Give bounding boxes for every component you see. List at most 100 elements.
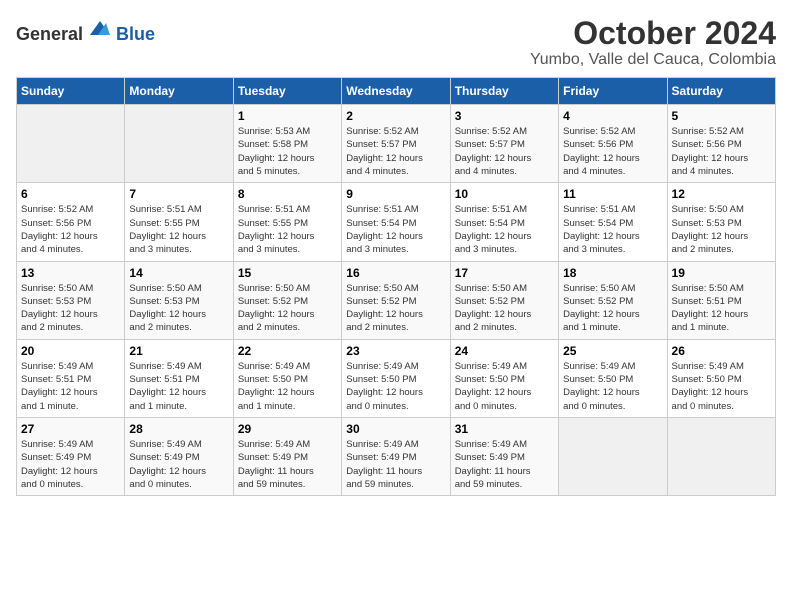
day-detail: Sunrise: 5:52 AM Sunset: 5:56 PM Dayligh… — [563, 125, 662, 178]
calendar-cell: 30Sunrise: 5:49 AM Sunset: 5:49 PM Dayli… — [342, 417, 450, 495]
day-detail: Sunrise: 5:49 AM Sunset: 5:50 PM Dayligh… — [672, 360, 771, 413]
day-detail: Sunrise: 5:51 AM Sunset: 5:54 PM Dayligh… — [455, 203, 554, 256]
day-number: 7 — [129, 187, 228, 201]
calendar-cell: 26 Sunrise: 5:49 AM Sunset: 5:50 PM Dayli… — [667, 339, 775, 417]
day-number: 10 — [455, 187, 554, 201]
calendar-cell: 9Sunrise: 5:51 AM Sunset: 5:54 PM Daylig… — [342, 183, 450, 261]
calendar-cell: 19 Sunrise: 5:50 AM Sunset: 5:51 PM Dayli… — [667, 261, 775, 339]
day-detail: Sunrise: 5:49 AM Sunset: 5:51 PM Dayligh… — [129, 360, 228, 413]
day-number: 14 — [129, 266, 228, 280]
day-detail: Sunrise: 5:49 AM Sunset: 5:50 PM Dayligh… — [238, 360, 337, 413]
calendar-cell: 22 Sunrise: 5:49 AM Sunset: 5:50 PM Dayli… — [233, 339, 341, 417]
day-number: 12 — [672, 187, 771, 201]
calendar-cell: 8 Sunrise: 5:51 AM Sunset: 5:55 PM Daylig… — [233, 183, 341, 261]
day-detail: Sunrise: 5:51 AM Sunset: 5:55 PM Dayligh… — [238, 203, 337, 256]
calendar-cell: 25 Sunrise: 5:49 AM Sunset: 5:50 PM Dayli… — [559, 339, 667, 417]
day-number: 25 — [563, 344, 662, 358]
day-detail: Sunrise: 5:53 AM Sunset: 5:58 PM Dayligh… — [238, 125, 337, 178]
day-detail: Sunrise: 5:50 AM Sunset: 5:53 PM Dayligh… — [129, 282, 228, 335]
logo-blue: Blue — [116, 24, 155, 44]
calendar-table: SundayMondayTuesdayWednesdayThursdayFrid… — [16, 77, 776, 496]
day-number: 17 — [455, 266, 554, 280]
logo: General Blue — [16, 16, 155, 45]
day-detail: Sunrise: 5:49 AM Sunset: 5:49 PM Dayligh… — [129, 438, 228, 491]
calendar-cell: 2Sunrise: 5:52 AM Sunset: 5:57 PM Daylig… — [342, 105, 450, 183]
day-number: 23 — [346, 344, 445, 358]
day-number: 22 — [238, 344, 337, 358]
calendar-cell: 17 Sunrise: 5:50 AM Sunset: 5:52 PM Dayli… — [450, 261, 558, 339]
calendar-cell: 14 Sunrise: 5:50 AM Sunset: 5:53 PM Dayli… — [125, 261, 233, 339]
day-detail: Sunrise: 5:49 AM Sunset: 5:49 PM Dayligh… — [346, 438, 445, 491]
day-number: 16 — [346, 266, 445, 280]
day-detail: Sunrise: 5:50 AM Sunset: 5:53 PM Dayligh… — [672, 203, 771, 256]
calendar-cell: 16 Sunrise: 5:50 AM Sunset: 5:52 PM Dayli… — [342, 261, 450, 339]
day-number: 26 — [672, 344, 771, 358]
calendar-cell: 4Sunrise: 5:52 AM Sunset: 5:56 PM Daylig… — [559, 105, 667, 183]
day-number: 8 — [238, 187, 337, 201]
calendar-week-3: 13 Sunrise: 5:50 AM Sunset: 5:53 PM Dayli… — [17, 261, 776, 339]
logo-icon — [88, 16, 112, 40]
calendar-cell — [17, 105, 125, 183]
calendar-cell: 18 Sunrise: 5:50 AM Sunset: 5:52 PM Dayli… — [559, 261, 667, 339]
header-wednesday: Wednesday — [342, 78, 450, 105]
day-detail: Sunrise: 5:50 AM Sunset: 5:53 PM Dayligh… — [21, 282, 120, 335]
calendar-week-2: 6 Sunrise: 5:52 AM Sunset: 5:56 PM Daylig… — [17, 183, 776, 261]
day-number: 18 — [563, 266, 662, 280]
calendar-cell: 7 Sunrise: 5:51 AM Sunset: 5:55 PM Daylig… — [125, 183, 233, 261]
header-thursday: Thursday — [450, 78, 558, 105]
calendar-cell: 11Sunrise: 5:51 AM Sunset: 5:54 PM Dayli… — [559, 183, 667, 261]
calendar-cell: 5 Sunrise: 5:52 AM Sunset: 5:56 PM Daylig… — [667, 105, 775, 183]
title-area: October 2024 Yumbo, Valle del Cauca, Col… — [530, 16, 776, 69]
day-detail: Sunrise: 5:52 AM Sunset: 5:56 PM Dayligh… — [672, 125, 771, 178]
day-number: 1 — [238, 109, 337, 123]
header-sunday: Sunday — [17, 78, 125, 105]
day-number: 21 — [129, 344, 228, 358]
calendar-cell: 12 Sunrise: 5:50 AM Sunset: 5:53 PM Dayli… — [667, 183, 775, 261]
day-number: 24 — [455, 344, 554, 358]
day-number: 28 — [129, 422, 228, 436]
logo-text: General Blue — [16, 16, 155, 45]
calendar-cell: 20Sunrise: 5:49 AM Sunset: 5:51 PM Dayli… — [17, 339, 125, 417]
calendar-cell: 13 Sunrise: 5:50 AM Sunset: 5:53 PM Dayli… — [17, 261, 125, 339]
day-detail: Sunrise: 5:49 AM Sunset: 5:50 PM Dayligh… — [563, 360, 662, 413]
day-number: 13 — [21, 266, 120, 280]
calendar-header-row: SundayMondayTuesdayWednesdayThursdayFrid… — [17, 78, 776, 105]
calendar-week-5: 27 Sunrise: 5:49 AM Sunset: 5:49 PM Dayli… — [17, 417, 776, 495]
day-detail: Sunrise: 5:50 AM Sunset: 5:52 PM Dayligh… — [346, 282, 445, 335]
calendar-cell: 24 Sunrise: 5:49 AM Sunset: 5:50 PM Dayli… — [450, 339, 558, 417]
day-number: 6 — [21, 187, 120, 201]
day-detail: Sunrise: 5:51 AM Sunset: 5:54 PM Dayligh… — [346, 203, 445, 256]
calendar-cell: 23 Sunrise: 5:49 AM Sunset: 5:50 PM Dayli… — [342, 339, 450, 417]
day-number: 27 — [21, 422, 120, 436]
calendar-cell — [667, 417, 775, 495]
day-detail: Sunrise: 5:50 AM Sunset: 5:51 PM Dayligh… — [672, 282, 771, 335]
location-title: Yumbo, Valle del Cauca, Colombia — [530, 51, 776, 69]
calendar-week-1: 1 Sunrise: 5:53 AM Sunset: 5:58 PM Daylig… — [17, 105, 776, 183]
day-detail: Sunrise: 5:52 AM Sunset: 5:56 PM Dayligh… — [21, 203, 120, 256]
header-tuesday: Tuesday — [233, 78, 341, 105]
day-number: 3 — [455, 109, 554, 123]
day-detail: Sunrise: 5:49 AM Sunset: 5:50 PM Dayligh… — [346, 360, 445, 413]
calendar-cell: 27 Sunrise: 5:49 AM Sunset: 5:49 PM Dayli… — [17, 417, 125, 495]
header-friday: Friday — [559, 78, 667, 105]
day-detail: Sunrise: 5:50 AM Sunset: 5:52 PM Dayligh… — [455, 282, 554, 335]
day-number: 5 — [672, 109, 771, 123]
calendar-cell: 6 Sunrise: 5:52 AM Sunset: 5:56 PM Daylig… — [17, 183, 125, 261]
day-detail: Sunrise: 5:49 AM Sunset: 5:49 PM Dayligh… — [455, 438, 554, 491]
calendar-cell: 3 Sunrise: 5:52 AM Sunset: 5:57 PM Daylig… — [450, 105, 558, 183]
day-number: 19 — [672, 266, 771, 280]
day-detail: Sunrise: 5:50 AM Sunset: 5:52 PM Dayligh… — [238, 282, 337, 335]
day-detail: Sunrise: 5:49 AM Sunset: 5:50 PM Dayligh… — [455, 360, 554, 413]
day-number: 20 — [21, 344, 120, 358]
day-detail: Sunrise: 5:52 AM Sunset: 5:57 PM Dayligh… — [455, 125, 554, 178]
calendar-cell: 28 Sunrise: 5:49 AM Sunset: 5:49 PM Dayli… — [125, 417, 233, 495]
day-number: 2 — [346, 109, 445, 123]
day-number: 15 — [238, 266, 337, 280]
day-detail: Sunrise: 5:50 AM Sunset: 5:52 PM Dayligh… — [563, 282, 662, 335]
day-detail: Sunrise: 5:49 AM Sunset: 5:49 PM Dayligh… — [21, 438, 120, 491]
calendar-cell: 10 Sunrise: 5:51 AM Sunset: 5:54 PM Dayli… — [450, 183, 558, 261]
calendar-week-4: 20 Sunrise: 5:49 AM Sunset: 5:51 PM Dayli… — [17, 339, 776, 417]
day-number: 29 — [238, 422, 337, 436]
logo-general: General — [16, 24, 83, 44]
day-detail: Sunrise: 5:51 AM Sunset: 5:55 PM Dayligh… — [129, 203, 228, 256]
